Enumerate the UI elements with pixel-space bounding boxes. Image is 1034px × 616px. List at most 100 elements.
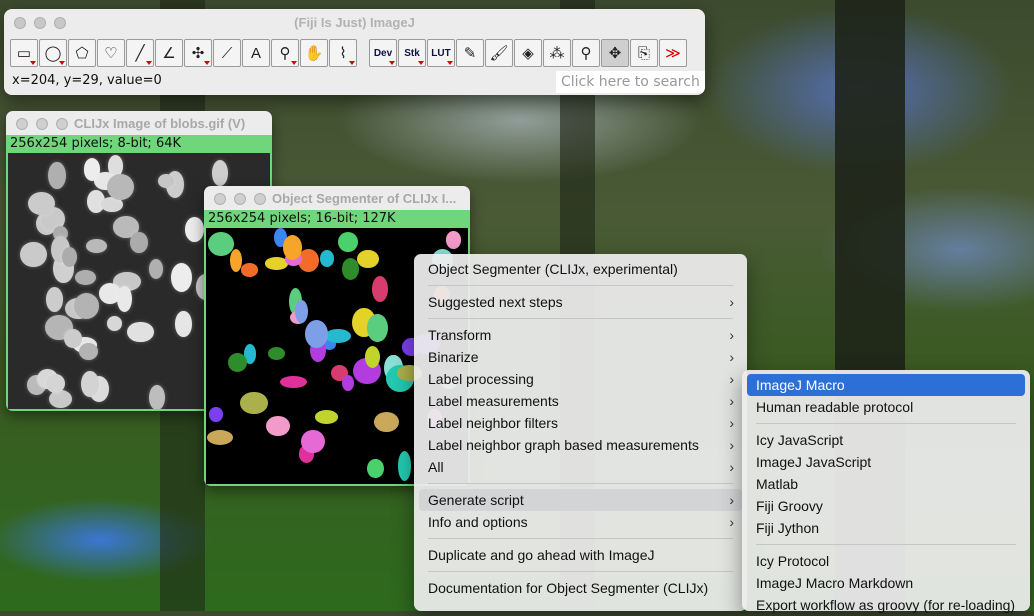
- label-object: [294, 299, 308, 324]
- menu-item-imagej-javascript[interactable]: ImageJ JavaScript: [747, 451, 1025, 473]
- menu-item-label: Fiji Groovy: [756, 498, 823, 514]
- menu-item-label: Fiji Jython: [756, 520, 820, 536]
- menu-item-info-and-options[interactable]: Info and options ›: [419, 511, 742, 533]
- line-tool-icon[interactable]: ╱: [126, 39, 154, 67]
- menu-item-label: Label neighbor filters: [428, 415, 558, 431]
- menu-item-icy-protocol[interactable]: Icy Protocol: [747, 550, 1025, 572]
- zoom-window-button[interactable]: [56, 118, 68, 130]
- label-object: [301, 429, 325, 454]
- menu-item-label: Icy JavaScript: [756, 432, 844, 448]
- menu-item-imagej-macro-markdown[interactable]: ImageJ Macro Markdown: [747, 572, 1025, 594]
- text-tool-icon[interactable]: A: [242, 39, 270, 67]
- menu-item-label-neighbor-graph-based-measurements[interactable]: Label neighbor graph based measurements ›: [419, 434, 742, 456]
- move-tool-icon[interactable]: ✥: [601, 39, 629, 67]
- minimize-window-button[interactable]: [34, 17, 46, 29]
- rectangle-tool-icon[interactable]: ▭: [10, 39, 38, 67]
- angle-tool-icon[interactable]: ∠: [155, 39, 183, 67]
- multipoint-tool-icon[interactable]: ✣: [184, 39, 212, 67]
- hand-tool-icon[interactable]: ✋: [300, 39, 328, 67]
- menu-item-label: Binarize: [428, 349, 479, 365]
- menu-separator: [756, 544, 1016, 545]
- close-window-button[interactable]: [14, 17, 26, 29]
- blob-object: [117, 285, 133, 312]
- segmenter-titlebar[interactable]: Object Segmenter of CLIJx I...: [204, 186, 470, 210]
- menu-item-duplicate-and-go-ahead-with-imagej[interactable]: Duplicate and go ahead with ImageJ: [419, 544, 742, 566]
- label-object: [397, 451, 412, 481]
- lut-menu-button[interactable]: LUT: [427, 39, 455, 67]
- label-object: [366, 458, 384, 479]
- chevron-right-icon: ›: [729, 415, 734, 431]
- close-window-button[interactable]: [214, 193, 226, 205]
- pencil-tool-icon[interactable]: ✎: [456, 39, 484, 67]
- menu-item-label: Human readable protocol: [756, 399, 914, 415]
- zoom-window-button[interactable]: [254, 193, 266, 205]
- zoom-window-button[interactable]: [54, 17, 66, 29]
- label-object: [374, 411, 399, 432]
- polygon-tool-icon[interactable]: ⬠: [68, 39, 96, 67]
- blobs-titlebar[interactable]: CLIJx Image of blobs.gif (V): [6, 111, 272, 135]
- blob-object: [46, 373, 66, 393]
- menu-item-suggested-next-steps[interactable]: Suggested next steps ›: [419, 291, 742, 313]
- blob-object: [45, 287, 64, 313]
- zoom-tool-icon[interactable]: ⚲: [271, 39, 299, 67]
- menu-item-fiji-jython[interactable]: Fiji Jython: [747, 517, 1025, 539]
- label-object: [445, 231, 461, 249]
- image-info-bar: 256x254 pixels; 16-bit; 127K: [204, 210, 470, 228]
- label-object: [367, 313, 388, 342]
- menu-separator: [428, 318, 733, 319]
- freehand-tool-icon[interactable]: ♡: [97, 39, 125, 67]
- label-object: [305, 320, 329, 348]
- clij-tool-icon[interactable]: ⁂: [543, 39, 571, 67]
- imagej-titlebar[interactable]: (Fiji Is Just) ImageJ: [4, 9, 705, 35]
- dev-menu-button[interactable]: Dev: [369, 39, 397, 67]
- menu-separator: [428, 538, 733, 539]
- menu-item-label-processing[interactable]: Label processing ›: [419, 368, 742, 390]
- menu-item-generate-script[interactable]: Generate script ›: [419, 489, 742, 511]
- menu-item-human-readable-protocol[interactable]: Human readable protocol: [747, 396, 1025, 418]
- close-window-button[interactable]: [16, 118, 28, 130]
- imagej-toolbar: ▭ ◯ ⬠ ♡ ╱ ∠ ✣ ⟋ A ⚲ ✋ ⌇ Dev Stk LUT ✎ 🖌 ◈ ⁂ ⚲ ✥ ⎘ ≫: [10, 39, 687, 67]
- menu-item-label: Documentation for Object Segmenter (CLIJ…: [428, 580, 709, 596]
- label-object: [337, 232, 358, 252]
- chevron-right-icon: ›: [729, 349, 734, 365]
- menu-item-binarize[interactable]: Binarize ›: [419, 346, 742, 368]
- menu-item-transform[interactable]: Transform ›: [419, 324, 742, 346]
- blob-object: [130, 232, 148, 253]
- annotation-tool-icon[interactable]: ⎘: [630, 39, 658, 67]
- magnifier-tool-icon[interactable]: ⚲: [572, 39, 600, 67]
- brush-tool-icon[interactable]: 🖌: [485, 39, 513, 67]
- menu-item-all[interactable]: All ›: [419, 456, 742, 478]
- blob-object: [81, 370, 99, 397]
- wand-tool-icon[interactable]: ⟋: [213, 39, 241, 67]
- minimize-window-button[interactable]: [36, 118, 48, 130]
- label-object: [207, 232, 234, 257]
- menu-item-imagej-macro[interactable]: ImageJ Macro: [747, 374, 1025, 396]
- minimize-window-button[interactable]: [234, 193, 246, 205]
- oval-tool-icon[interactable]: ◯: [39, 39, 67, 67]
- menu-item-label: Label measurements: [428, 393, 559, 409]
- label-object: [280, 375, 307, 389]
- menu-item-label-neighbor-filters[interactable]: Label neighbor filters ›: [419, 412, 742, 434]
- menu-item-export-workflow-as-groovy-for-re-loading[interactable]: Export workflow as groovy (for re-loadin…: [747, 594, 1025, 616]
- label-object: [341, 374, 355, 391]
- search-input[interactable]: Click here to search: [556, 71, 705, 93]
- chevron-right-icon: ›: [729, 327, 734, 343]
- blob-object: [75, 270, 96, 286]
- menu-item-documentation-for-object-segmenter-clijx[interactable]: Documentation for Object Segmenter (CLIJ…: [419, 577, 742, 599]
- stk-menu-button[interactable]: Stk: [398, 39, 426, 67]
- more-tools-icon[interactable]: ≫: [659, 39, 687, 67]
- dropper-tool-icon[interactable]: ⌇: [329, 39, 357, 67]
- menu-item-label-measurements[interactable]: Label measurements ›: [419, 390, 742, 412]
- menu-item-matlab[interactable]: Matlab: [747, 473, 1025, 495]
- blob-object: [61, 246, 78, 268]
- menu-item-label: ImageJ Macro Markdown: [756, 575, 914, 591]
- menu-item-icy-javascript[interactable]: Icy JavaScript: [747, 429, 1025, 451]
- menu-separator: [428, 285, 733, 286]
- blob-object: [20, 241, 47, 268]
- blob-object: [149, 384, 166, 409]
- menu-item-label: ImageJ JavaScript: [756, 454, 872, 470]
- flood-fill-tool-icon[interactable]: ◈: [514, 39, 542, 67]
- menu-item-object-segmenter-clijx-experimental[interactable]: Object Segmenter (CLIJx, experimental): [419, 258, 742, 280]
- label-object: [267, 347, 285, 361]
- menu-item-fiji-groovy[interactable]: Fiji Groovy: [747, 495, 1025, 517]
